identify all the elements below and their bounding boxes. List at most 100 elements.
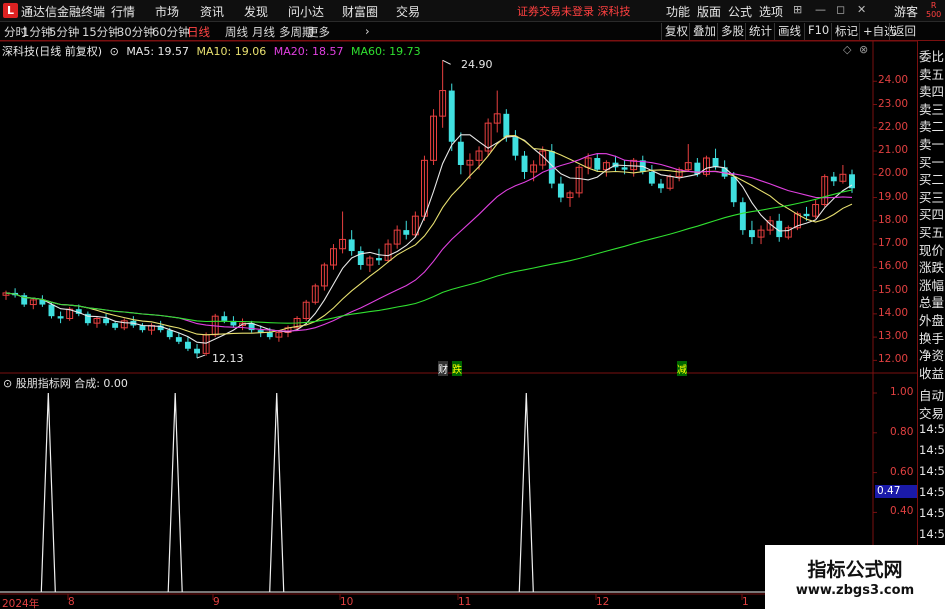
quote-field-3[interactable]: 卖三 [919, 99, 944, 118]
quote-field-7[interactable]: 买二 [919, 169, 944, 188]
quote-field-10[interactable]: 买五 [919, 222, 944, 241]
date-label-6: 1 [742, 596, 749, 608]
candle-body-49 [448, 90, 455, 142]
candle-body-56 [512, 137, 519, 156]
candle-body-55 [503, 113, 510, 138]
date-label-2: 9 [213, 596, 220, 608]
candle-body-57 [521, 155, 528, 172]
date-label-1: 8 [68, 596, 75, 608]
price-tick-5: 19.00 [878, 190, 909, 203]
marker-jian[interactable]: 减 [677, 361, 687, 376]
quote-field-11[interactable]: 现价 [919, 240, 944, 259]
candle-body-79 [721, 167, 728, 177]
price-tick-4: 20.00 [878, 167, 909, 180]
trade-time-1: 14:56 [919, 443, 945, 457]
indicator-settings-icon[interactable]: ⊙ [3, 377, 12, 390]
quote-field-14[interactable]: 总量 [919, 292, 944, 311]
candle-body-18 [166, 330, 173, 338]
watermark-url: www.zbgs3.com [795, 583, 915, 598]
candle-body-71 [648, 171, 655, 184]
quote-field-5[interactable]: 卖一 [919, 134, 944, 153]
watermark-title: 指标公式网 [807, 559, 903, 581]
candle-body-15 [139, 325, 146, 331]
trade-time-3: 14:56 [919, 485, 945, 499]
candle-body-82 [748, 230, 755, 238]
quote-field-4[interactable]: 卖二 [919, 116, 944, 135]
trade-time-5: 14:56 [919, 527, 945, 541]
candle-body-41 [376, 258, 382, 261]
price-tick-12: 12.00 [878, 353, 909, 366]
price-tick-3: 21.00 [878, 144, 909, 157]
price-tick-6: 18.00 [878, 213, 909, 226]
date-label-5: 12 [596, 596, 610, 608]
quote-field-0[interactable]: 委比 [919, 46, 944, 65]
indicator-spike-2 [269, 392, 285, 593]
candle-body-5 [48, 304, 55, 317]
indicator-tick-3: 0.40 [890, 505, 914, 518]
candle-body-88 [803, 213, 810, 217]
indicator-tick-2: 0.60 [890, 465, 914, 478]
watermark: 指标公式网 www.zbgs3.com [765, 545, 945, 609]
quote-field-9[interactable]: 买四 [919, 204, 944, 223]
candle-body-6 [57, 316, 64, 319]
candle-body-12 [112, 323, 119, 328]
price-tick-11: 13.00 [878, 330, 909, 343]
quote-field-2[interactable]: 卖四 [919, 81, 944, 100]
price-tick-8: 16.00 [878, 260, 909, 273]
trade-time-4: 14:56 [919, 506, 945, 520]
low-pointer [196, 354, 206, 359]
marker-die[interactable]: 跌 [452, 361, 462, 376]
date-label-0: 2024年 [2, 598, 40, 609]
candle-body-61 [557, 183, 564, 198]
candle-body-72 [658, 183, 664, 189]
indicator-value: 合成: 0.00 [74, 377, 128, 390]
high-pointer [442, 59, 451, 65]
candle-body-68 [621, 167, 628, 170]
trade-time-2: 14:56 [919, 464, 945, 478]
candle-body-65 [594, 158, 601, 170]
ma60-line [5, 189, 853, 324]
candle-body-44 [403, 230, 410, 235]
quote-field-6[interactable]: 买一 [919, 152, 944, 171]
ma20-line [5, 153, 853, 332]
quote-field-18[interactable]: 收益 [919, 363, 944, 382]
quote-field-1[interactable]: 卖五 [919, 64, 944, 83]
candle-body-38 [348, 239, 355, 252]
candle-body-91 [830, 176, 837, 182]
price-tick-7: 17.00 [878, 237, 909, 250]
price-tick-9: 15.00 [878, 283, 909, 296]
candle-body-11 [103, 318, 110, 324]
marker-cai[interactable]: 财 [438, 361, 448, 376]
candle-body-50 [457, 141, 464, 165]
indicator-spike-3 [518, 392, 534, 593]
candle-body-20 [184, 341, 191, 349]
candle-body-19 [175, 337, 182, 342]
indicator-cursor-value: 0.47 [875, 485, 917, 498]
price-tick-1: 23.00 [878, 97, 909, 110]
quote-field-13[interactable]: 涨幅 [919, 275, 944, 294]
price-tick-10: 14.00 [878, 306, 909, 319]
candle-body-81 [739, 202, 746, 231]
high-price-label: 24.90 [461, 58, 493, 71]
quote-field-15[interactable]: 外盘 [919, 310, 944, 329]
trade-field-0[interactable]: 自动 [919, 385, 944, 404]
date-label-3: 10 [340, 596, 354, 608]
trade-time-0: 14:56 [919, 422, 945, 436]
indicator-spike-0 [40, 392, 56, 593]
kline-chart[interactable] [0, 0, 945, 609]
indicator-spike-1 [167, 392, 183, 593]
quote-field-16[interactable]: 换手 [919, 328, 944, 347]
price-tick-0: 24.00 [878, 74, 909, 87]
candle-body-24 [221, 316, 228, 321]
quote-field-8[interactable]: 买三 [919, 187, 944, 206]
indicator-name[interactable]: 股朋指标网 [16, 377, 71, 390]
price-tick-2: 22.00 [878, 120, 909, 133]
candle-body-29 [266, 332, 273, 338]
indicator-tick-0: 1.00 [890, 386, 914, 398]
trade-field-1[interactable]: 交易 [919, 403, 944, 422]
date-label-4: 11 [458, 596, 472, 608]
quote-field-12[interactable]: 涨跌 [919, 257, 944, 276]
candle-body-21 [194, 348, 200, 354]
indicator-tick-1: 0.80 [890, 425, 914, 438]
quote-field-17[interactable]: 净资 [919, 345, 944, 364]
